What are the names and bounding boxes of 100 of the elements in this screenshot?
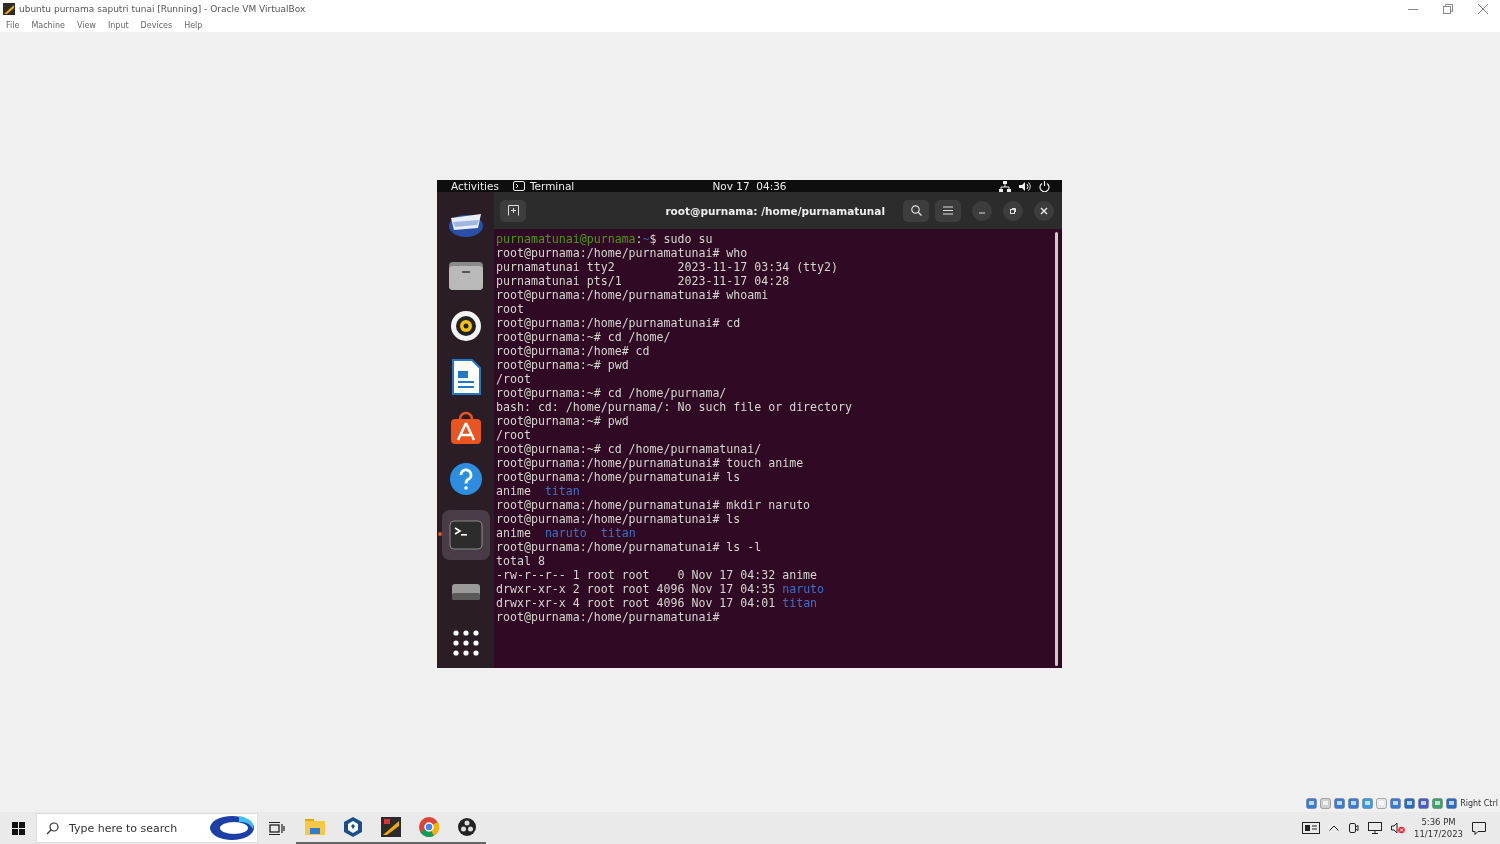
app-menu-label[interactable]: Terminal: [529, 180, 575, 192]
minimize-button[interactable]: [972, 200, 992, 221]
terminal-text: root@purnama:/home/purnamatunai# ls: [496, 470, 741, 484]
terminal-text: root@purnama:~# pwd: [496, 414, 629, 428]
close-button[interactable]: [1034, 200, 1054, 221]
scrollbar[interactable]: [1055, 232, 1058, 666]
terminal-text: root@purnama:/home/purnamatunai# ls: [496, 512, 741, 526]
help-icon[interactable]: [448, 461, 483, 496]
task-view-icon[interactable]: [269, 821, 285, 835]
terminal-text: purnamatunai@purnama: [496, 232, 636, 246]
terminal-text: :: [635, 232, 643, 246]
close-icon: [1040, 206, 1048, 215]
menu-button[interactable]: [935, 199, 961, 222]
activities-button[interactable]: Activities: [437, 180, 513, 192]
terminal-text: ~: [642, 232, 650, 246]
terminal-text: root@purnama:/home/purnamatunai# whoami: [496, 288, 769, 302]
terminal-text: naruto: [544, 526, 588, 540]
terminal-text: drwxr-xr-x 4 root root 4096 Nov 17 04:01: [496, 596, 777, 610]
notification-icon[interactable]: [1472, 821, 1486, 835]
terminal-text: titan: [600, 526, 636, 540]
terminal-text: root@purnama:/home# cd: [496, 344, 650, 358]
host-key-label: Right Ctrl: [1460, 798, 1498, 808]
terminal-text: root@purnama:/home/purnamatunai# who: [496, 246, 748, 260]
menu-item[interactable]: Input: [107, 20, 129, 30]
network-icon[interactable]: [1368, 822, 1382, 834]
terminal-text: $ sudo su: [649, 232, 713, 246]
menu-item[interactable]: View: [76, 20, 96, 30]
device-status-icon[interactable]: [1404, 797, 1416, 809]
restore-icon: [1009, 206, 1017, 215]
terminal-text: root@purnama:/home/purnamatunai# touch anime: [496, 456, 804, 470]
device-status-icon[interactable]: [1348, 797, 1360, 809]
drive-icon[interactable]: [450, 582, 481, 601]
close-icon[interactable]: [1477, 4, 1488, 14]
chevron-up-icon[interactable]: [1329, 825, 1339, 831]
terminal-title: root@purnama: /home/purnamatunal: [664, 204, 886, 217]
terminal-text: /root: [496, 428, 531, 442]
power-icon[interactable]: [1039, 180, 1050, 192]
device-status-icon[interactable]: [1418, 797, 1430, 809]
terminal-text: anime: [496, 484, 532, 498]
terminal-text: bash: cd: /home/purnama/: No such file or directory: [496, 400, 852, 414]
menu-item[interactable]: Machine: [31, 20, 65, 30]
document-icon[interactable]: [450, 358, 481, 395]
new-tab-button[interactable]: [500, 199, 526, 222]
device-status-icon[interactable]: [1432, 797, 1444, 809]
search-icon: [46, 821, 59, 835]
terminal-text: purnamatunai tty2 2023-11-17 03:34 (tty2): [496, 260, 839, 274]
search-button[interactable]: [903, 199, 929, 222]
terminal-text: root: [496, 302, 524, 316]
muted-speaker-icon[interactable]: [1391, 822, 1405, 834]
windows-start-icon[interactable]: [11, 821, 25, 835]
browser-icon[interactable]: [419, 817, 439, 837]
app-icon: [3, 3, 15, 15]
terminal-icon[interactable]: [448, 520, 483, 550]
window-title: ubuntu purnama saputri tunai [Running] - Oracle VM VirtualBox: [19, 4, 306, 14]
device-status-icon[interactable]: [1306, 797, 1318, 809]
menu-item[interactable]: Help: [184, 20, 203, 30]
volume-icon[interactable]: [1019, 180, 1031, 192]
terminal-text: titan: [544, 484, 580, 498]
pen-app-icon[interactable]: [381, 817, 401, 837]
terminal-text: root@purnama:~# cd /home/purnamatunai/: [496, 442, 762, 456]
restore-button[interactable]: [1003, 200, 1023, 221]
plus-tab-icon: [507, 205, 519, 216]
device-status-icon[interactable]: [1446, 797, 1458, 809]
terminal-text: drwxr-xr-x 2 root root 4096 Nov 17 04:35: [496, 582, 777, 596]
terminal-text: titan: [782, 596, 818, 610]
search-field[interactable]: Type here to search: [67, 820, 201, 836]
news-icon[interactable]: [1302, 822, 1320, 834]
search-icon: [910, 205, 922, 216]
terminal-text: -rw-r--r-- 1 root root 0 Nov 17 04:32 anime: [496, 568, 818, 582]
device-status-icon[interactable]: [1362, 797, 1374, 809]
terminal-text: root@purnama:~# pwd: [496, 358, 629, 372]
taskbar-search-box[interactable]: Type here to search: [36, 813, 258, 843]
taskbar-time[interactable]: 5:36 PM: [1421, 816, 1456, 828]
terminal-text: anime: [496, 526, 532, 540]
cube-icon[interactable]: [344, 817, 362, 837]
camera-icon[interactable]: [1348, 822, 1359, 834]
clock[interactable]: Nov 17 04:36: [712, 180, 787, 192]
terminal-text: purnamatunai pts/1 2023-11-17 04:28: [496, 274, 790, 288]
restore-icon[interactable]: [1442, 4, 1453, 14]
device-status-icon[interactable]: [1390, 797, 1402, 809]
menu-item[interactable]: Devices: [140, 20, 173, 30]
app-grid-icon[interactable]: [452, 629, 479, 656]
ring-logo-icon[interactable]: [209, 815, 255, 841]
terminal-text: total 8: [496, 554, 545, 568]
taskbar-date[interactable]: 11/17/2023: [1414, 828, 1463, 840]
terminal-text: /root: [496, 372, 531, 386]
menu-icon: [943, 206, 953, 215]
device-status-icon[interactable]: [1334, 797, 1346, 809]
menu-item[interactable]: File: [6, 20, 20, 30]
shopping-bag-icon[interactable]: [448, 410, 483, 445]
terminal-text: root@purnama:~# cd /home/: [496, 330, 671, 344]
terminal-text: root@purnama:/home/purnamatunai# cd: [496, 316, 741, 330]
terminal-text: root@purnama:/home/purnamatunai# ls -l: [496, 540, 762, 554]
record-app-icon[interactable]: [458, 818, 476, 836]
terminal-icon: [512, 181, 525, 191]
terminal-text: root@purnama:/home/purnamatunai#: [496, 610, 720, 624]
terminal-text: root@purnama:/home/purnamatunai# mkdir naruto: [496, 498, 811, 512]
network-icon[interactable]: [999, 180, 1011, 192]
terminal-text: root@purnama:~# cd /home/purnama/: [496, 386, 727, 400]
speaker-icon[interactable]: [449, 309, 482, 342]
